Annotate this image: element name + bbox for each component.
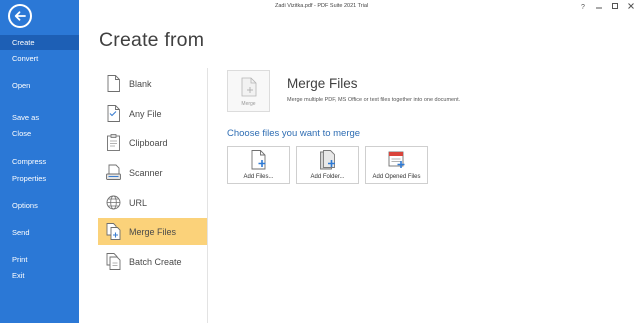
merge-tile-label: Merge	[241, 101, 256, 107]
close-window-button[interactable]	[624, 1, 638, 11]
back-arrow-icon	[14, 11, 26, 21]
option-batch-create[interactable]: Batch Create	[98, 248, 207, 275]
close-icon	[628, 3, 634, 9]
add-opened-files-label: Add Opened Files	[372, 174, 421, 180]
blank-page-icon	[105, 74, 122, 93]
help-button[interactable]: ?	[576, 1, 590, 11]
sidebar-item-close[interactable]: Close	[0, 126, 79, 141]
maximize-icon	[612, 3, 618, 9]
add-files-icon	[228, 149, 289, 171]
option-any-file[interactable]: Any File	[98, 100, 207, 127]
option-merge-files[interactable]: Merge Files	[98, 218, 207, 245]
add-folder-button[interactable]: Add Folder...	[296, 146, 359, 184]
merge-files-icon	[105, 222, 122, 241]
sidebar-item-send[interactable]: Send	[0, 225, 79, 240]
sidebar-item-print[interactable]: Print	[0, 252, 79, 267]
option-label: Blank	[129, 78, 152, 89]
option-blank[interactable]: Blank	[98, 70, 207, 97]
sidebar-item-save-as[interactable]: Save as	[0, 110, 79, 125]
option-url[interactable]: URL	[98, 189, 207, 216]
merge-tile[interactable]: Merge	[227, 70, 270, 112]
maximize-button[interactable]	[608, 1, 622, 11]
merge-document-icon	[241, 77, 257, 97]
minimize-button[interactable]	[592, 1, 606, 11]
clipboard-icon	[105, 133, 122, 152]
option-label: Batch Create	[129, 256, 182, 267]
option-label: Scanner	[129, 167, 163, 178]
any-file-icon	[105, 104, 122, 123]
sidebar-item-properties[interactable]: Properties	[0, 171, 79, 186]
add-files-button[interactable]: Add Files...	[227, 146, 290, 184]
batch-create-icon	[105, 252, 122, 271]
option-label: Clipboard	[129, 137, 168, 148]
back-button[interactable]	[8, 4, 32, 28]
help-icon: ?	[581, 4, 585, 10]
panel-divider	[207, 68, 208, 323]
sidebar-item-exit[interactable]: Exit	[0, 268, 79, 283]
title-bar: Zadi Vizitka.pdf - PDF Suite 2021 Trial …	[79, 0, 640, 14]
sidebar-item-create[interactable]: Create	[0, 35, 79, 50]
minimize-icon	[596, 7, 602, 9]
add-opened-files-icon	[366, 149, 427, 171]
sidebar-item-open[interactable]: Open	[0, 78, 79, 93]
option-scanner[interactable]: Scanner	[98, 159, 207, 186]
sidebar-item-convert[interactable]: Convert	[0, 51, 79, 66]
option-label: URL	[129, 197, 148, 208]
add-folder-icon	[297, 149, 358, 171]
add-opened-files-button[interactable]: Add Opened Files	[365, 146, 428, 184]
backstage-sidebar: Create Convert Open Save as Close Compre…	[0, 0, 79, 323]
sidebar-item-compress[interactable]: Compress	[0, 154, 79, 169]
panel-title: Merge Files	[287, 76, 358, 91]
option-label: Merge Files	[129, 226, 177, 237]
choose-files-heading: Choose files you want to merge	[227, 128, 361, 139]
scanner-icon	[105, 163, 122, 182]
globe-icon	[105, 193, 122, 212]
option-label: Any File	[129, 108, 162, 119]
page-title: Create from	[99, 29, 205, 51]
add-files-label: Add Files...	[243, 174, 274, 180]
sidebar-item-options[interactable]: Options	[0, 198, 79, 213]
svg-text:?: ?	[581, 4, 585, 10]
panel-description: Merge multiple PDF, MS Office or text fi…	[287, 97, 461, 103]
option-clipboard[interactable]: Clipboard	[98, 129, 207, 156]
add-folder-label: Add Folder...	[310, 174, 345, 180]
window-title: Zadi Vizitka.pdf - PDF Suite 2021 Trial	[275, 3, 369, 9]
